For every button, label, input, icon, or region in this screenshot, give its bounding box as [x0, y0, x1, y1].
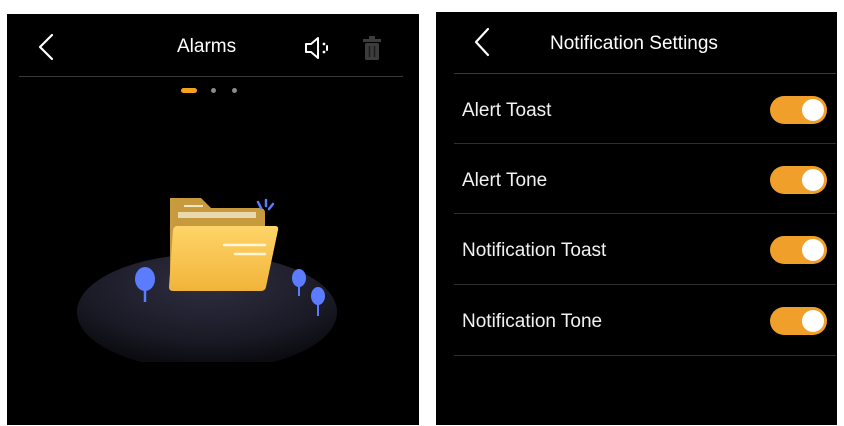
page-title: Notification Settings [550, 33, 718, 54]
setting-label: Alert Tone [462, 170, 548, 191]
alert-toast-toggle[interactable] [770, 96, 827, 124]
trash-icon[interactable] [361, 35, 383, 62]
notification-settings-screen: Notification Settings Alert Toast Alert … [436, 12, 837, 425]
setting-row-notification-tone: Notification Tone [436, 285, 837, 355]
setting-label: Notification Toast [462, 240, 607, 261]
toggle-knob [802, 169, 824, 191]
toggle-knob [802, 239, 824, 261]
speaker-icon[interactable] [303, 36, 333, 60]
chevron-left-icon[interactable] [35, 32, 57, 62]
page-dot-active [181, 88, 197, 93]
empty-folder-illustration [77, 198, 337, 362]
setting-row-alert-tone: Alert Tone [436, 144, 837, 214]
alarms-screen: Alarms [7, 14, 419, 425]
row-divider [454, 355, 836, 356]
notification-toast-toggle[interactable] [770, 236, 827, 264]
page-dot [211, 88, 216, 93]
page-dot [232, 88, 237, 93]
chevron-left-icon[interactable] [472, 26, 492, 58]
setting-label: Notification Tone [462, 311, 603, 332]
setting-row-alert-toast: Alert Toast [436, 74, 837, 144]
header-divider [19, 76, 403, 77]
toggle-knob [802, 310, 824, 332]
page-title: Alarms [177, 36, 237, 57]
setting-row-notification-toast: Notification Toast [436, 214, 837, 284]
notification-tone-toggle[interactable] [770, 307, 827, 335]
setting-label: Alert Toast [462, 100, 552, 121]
alert-tone-toggle[interactable] [770, 166, 827, 194]
toggle-knob [802, 99, 824, 121]
